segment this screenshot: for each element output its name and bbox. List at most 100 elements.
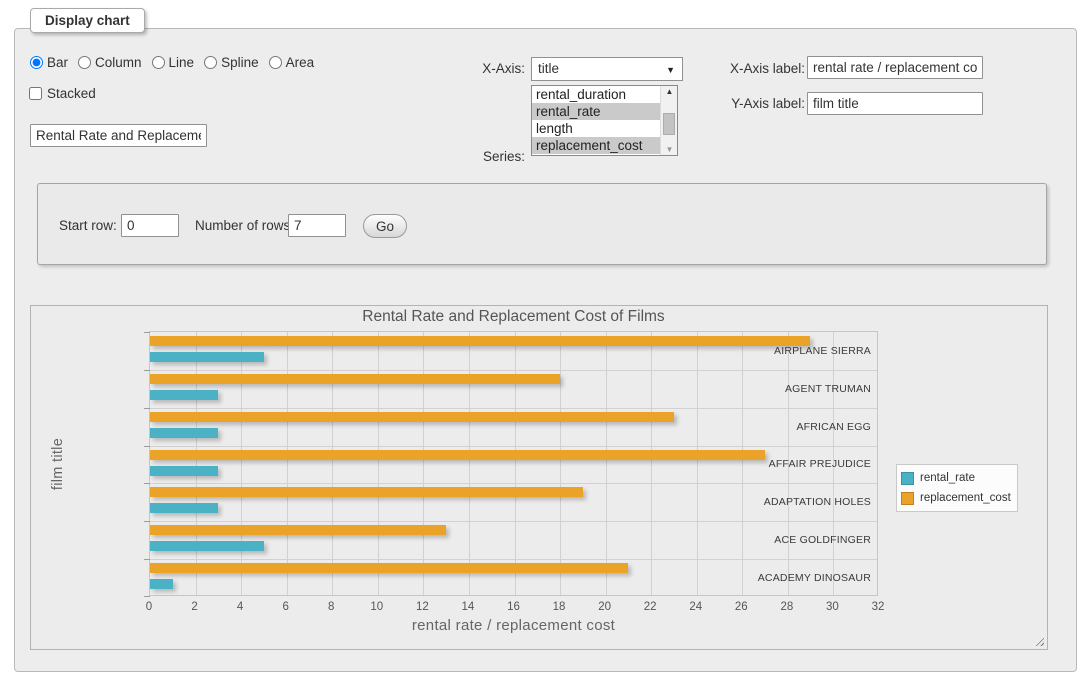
x-tick-label: 24	[689, 601, 702, 613]
chart-y-axis-title: film title	[50, 419, 66, 509]
chart-type-option-column[interactable]: Column	[78, 55, 142, 70]
chart-type-option-label: Area	[286, 55, 315, 70]
stacked-checkbox[interactable]	[29, 87, 42, 100]
go-button[interactable]: Go	[363, 214, 407, 238]
chart-type-option-area[interactable]: Area	[269, 55, 315, 70]
chart-type-option-label: Bar	[47, 55, 68, 70]
chevron-down-icon: ▼	[666, 58, 675, 82]
bar-rental_rate	[150, 428, 218, 438]
category-label: ACE GOLDFINGER	[774, 534, 871, 546]
x-tick-label: 26	[735, 601, 748, 613]
x-axis-label-field-label: X-Axis label:	[727, 57, 805, 80]
x-tick-label: 8	[328, 601, 334, 613]
y-axis-tick	[144, 483, 150, 484]
chart-title: Rental Rate and Replacement Cost of Film…	[149, 308, 878, 326]
x-tick-label: 30	[826, 601, 839, 613]
page: Display chart Bar Column Line Spline Area St…	[0, 0, 1081, 681]
x-tick-label: 12	[416, 601, 429, 613]
stacked-checkbox-row[interactable]: Stacked	[29, 86, 96, 101]
plot-area: AIRPLANE SIERRAAGENT TRUMANAFRICAN EGGAF…	[149, 331, 878, 596]
number-of-rows-input[interactable]	[288, 214, 346, 237]
chart-type-option-bar[interactable]: Bar	[30, 55, 68, 70]
gridline-vertical	[515, 332, 516, 595]
chart-x-axis-title: rental rate / replacement cost	[149, 617, 878, 634]
x-tick-label: 20	[598, 601, 611, 613]
gridline-vertical	[697, 332, 698, 595]
chart-type-option-label: Spline	[221, 55, 259, 70]
gridline-vertical	[378, 332, 379, 595]
legend-item-rental_rate: rental_rate	[901, 468, 1011, 488]
chart-type-radio-spline[interactable]	[204, 56, 217, 69]
gridline-vertical	[560, 332, 561, 595]
gridline-vertical	[287, 332, 288, 595]
bar-replacement_cost	[150, 450, 765, 460]
chart-type-option-label: Column	[95, 55, 142, 70]
chart-container: Rental Rate and Replacement Cost of Film…	[30, 305, 1048, 650]
series-listbox[interactable]: rental_durationrental_ratelengthreplacem…	[531, 85, 678, 156]
scroll-down-icon[interactable]: ▼	[661, 145, 678, 154]
gridline-vertical	[241, 332, 242, 595]
resize-handle-icon[interactable]	[1033, 635, 1044, 646]
bar-rental_rate	[150, 579, 173, 589]
gridline-horizontal	[150, 370, 877, 371]
bar-rental_rate	[150, 390, 218, 400]
bar-replacement_cost	[150, 487, 583, 497]
series-select-label: Series:	[460, 145, 525, 168]
category-label: AFFAIR PREJUDICE	[769, 458, 871, 470]
legend-swatch-replacement_cost	[901, 492, 914, 505]
series-option-length[interactable]: length	[532, 120, 660, 137]
bar-replacement_cost	[150, 525, 446, 535]
y-axis-label-field-label: Y-Axis label:	[727, 92, 805, 115]
category-label: ACADEMY DINOSAUR	[758, 572, 871, 584]
series-option-rental_rate[interactable]: rental_rate	[532, 103, 660, 120]
fieldset-legend: Display chart	[30, 8, 145, 33]
bar-replacement_cost	[150, 336, 810, 346]
x-tick-label: 4	[237, 601, 243, 613]
x-tick-label: 14	[462, 601, 475, 613]
chart-type-radio-area[interactable]	[269, 56, 282, 69]
start-row-input[interactable]	[121, 214, 179, 237]
x-axis-label-input[interactable]	[807, 56, 983, 79]
chart-type-option-line[interactable]: Line	[152, 55, 195, 70]
stacked-label: Stacked	[47, 86, 96, 101]
controls-layer: BarColumnLineSplineArea Stacked X-Axis: …	[14, 28, 1077, 672]
y-axis-label-input[interactable]	[807, 92, 983, 115]
y-axis-tick	[144, 559, 150, 560]
chart-title-input[interactable]	[30, 124, 207, 147]
chart-type-radio-bar[interactable]	[30, 56, 43, 69]
series-options: rental_durationrental_ratelengthreplacem…	[532, 86, 660, 154]
gridline-vertical	[606, 332, 607, 595]
x-tick-label: 6	[282, 601, 288, 613]
x-tick-label: 18	[553, 601, 566, 613]
category-label: AFRICAN EGG	[796, 421, 871, 433]
series-option-replacement_cost[interactable]: replacement_cost	[532, 137, 660, 154]
category-label: ADAPTATION HOLES	[764, 496, 871, 508]
y-axis-tick	[144, 332, 150, 333]
x-tick-label: 2	[191, 601, 197, 613]
series-scrollbar[interactable]: ▲ ▼	[660, 86, 677, 155]
gridline-vertical	[332, 332, 333, 595]
gridline-vertical	[196, 332, 197, 595]
chart-type-radio-line[interactable]	[152, 56, 165, 69]
chart-type-option-label: Line	[169, 55, 195, 70]
x-tick-label: 16	[507, 601, 520, 613]
y-axis-tick	[144, 370, 150, 371]
chart-type-radio-column[interactable]	[78, 56, 91, 69]
x-tick-label: 32	[872, 601, 885, 613]
legend-swatch-rental_rate	[901, 472, 914, 485]
chart-type-option-spline[interactable]: Spline	[204, 55, 259, 70]
rows-panel: Start row: Number of rows: Go	[37, 183, 1047, 265]
series-option-rental_duration[interactable]: rental_duration	[532, 86, 660, 103]
bar-replacement_cost	[150, 412, 674, 422]
gridline-horizontal	[150, 521, 877, 522]
gridline-vertical	[469, 332, 470, 595]
y-axis-tick	[144, 408, 150, 409]
bar-rental_rate	[150, 466, 218, 476]
x-tick-label: 22	[644, 601, 657, 613]
bar-replacement_cost	[150, 374, 560, 384]
scrollbar-thumb[interactable]	[663, 113, 675, 135]
x-axis-select[interactable]: title ▼	[531, 57, 683, 81]
chart-type-radios: Bar Column Line Spline Area	[30, 55, 314, 70]
legend-label: rental_rate	[920, 472, 975, 484]
scroll-up-icon[interactable]: ▲	[661, 87, 678, 96]
